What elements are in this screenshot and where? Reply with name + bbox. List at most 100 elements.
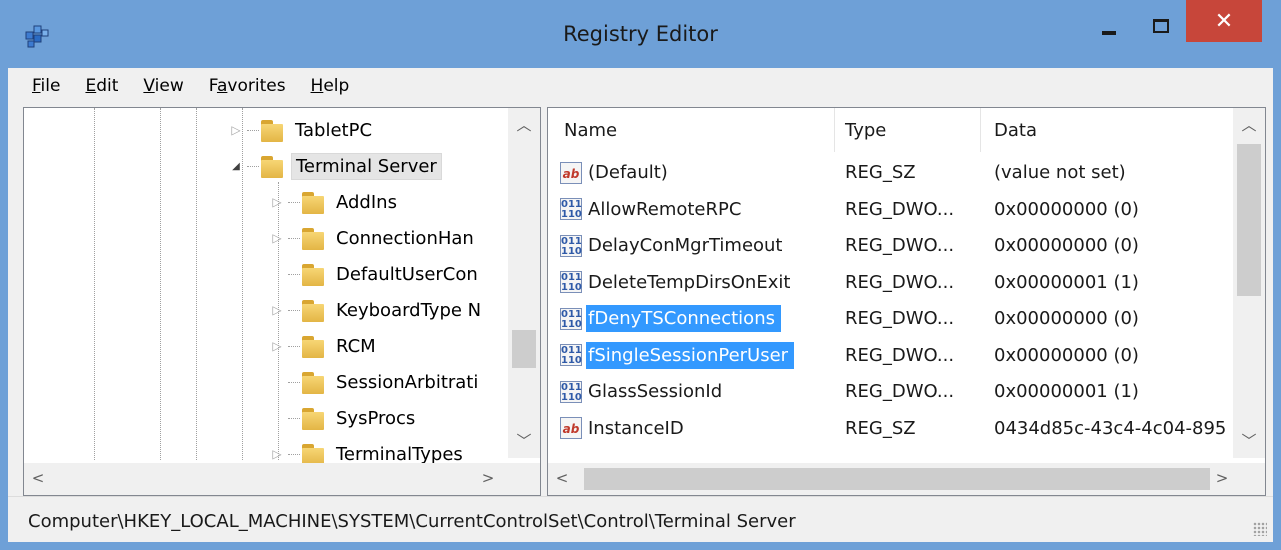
tree-item-tabletpc[interactable]: ▷ TabletPC <box>229 112 376 148</box>
expand-arrow-icon[interactable]: ▷ <box>270 303 284 317</box>
column-header-data[interactable]: Data <box>994 120 1037 141</box>
tree-item-label: TabletPC <box>295 119 373 141</box>
expand-arrow-icon[interactable]: ▷ <box>270 447 284 461</box>
folder-icon <box>302 298 324 322</box>
collapse-arrow-icon[interactable]: ◢ <box>229 159 243 173</box>
value-row[interactable]: 011 110 DeleteTempDirsOnExit REG_DWO... 0x00… <box>548 264 1235 301</box>
menu-file[interactable]: File <box>8 76 71 96</box>
value-name-cell[interactable]: 011 110 fSingleSessionPerUser <box>548 337 795 374</box>
key-tree-pane[interactable]: ▷ TabletPC ◢ Terminal Server ▷ AddIns ▷ Connect… <box>23 107 541 496</box>
tree-connector <box>288 381 300 383</box>
maximize-button[interactable] <box>1139 6 1183 46</box>
value-name: DeleteTempDirsOnExit <box>588 271 791 293</box>
list-scroll-thumb[interactable] <box>1237 144 1261 296</box>
value-type: REG_SZ <box>845 417 916 439</box>
column-header-type[interactable]: Type <box>845 120 886 141</box>
expand-arrow-icon[interactable]: ▷ <box>270 231 284 245</box>
scroll-right-arrow-icon[interactable]: > <box>476 469 500 487</box>
value-row[interactable]: ab (Default) REG_SZ (value not set) <box>548 154 1235 191</box>
tree-item-rcm[interactable]: ▷ RCM <box>270 328 380 364</box>
folder-icon <box>261 154 283 178</box>
scroll-down-arrow-icon[interactable]: ﹀ <box>1237 430 1261 451</box>
value-data: 0x00000001 (1) <box>994 271 1139 293</box>
scroll-left-arrow-icon[interactable]: < <box>550 469 574 487</box>
value-name-cell[interactable]: ab InstanceID <box>548 410 690 447</box>
string-value-icon: ab <box>560 417 582 439</box>
minimize-button[interactable] <box>1087 6 1131 46</box>
value-data: 0x00000000 (0) <box>994 198 1139 220</box>
value-type: REG_DWO... <box>845 381 955 402</box>
value-row[interactable]: 011 110 DelayConMgrTimeout REG_DWO... 0x0000… <box>548 227 1235 264</box>
value-name-cell[interactable]: 011 110 AllowRemoteRPC <box>548 191 747 228</box>
string-value-icon: ab <box>560 161 582 184</box>
maximize-icon <box>1153 19 1169 33</box>
value-name: DelayConMgrTimeout <box>588 235 783 256</box>
tree-connector <box>288 309 300 311</box>
column-divider[interactable] <box>980 108 981 152</box>
list-vertical-scrollbar[interactable]: ︿ ﹀ <box>1233 108 1265 458</box>
tree-connector <box>288 201 300 203</box>
list-horizontal-scrollbar[interactable]: < > <box>548 463 1265 495</box>
tree-item-sysprocs[interactable]: SysProcs <box>270 400 419 436</box>
title-bar[interactable]: Registry Editor ✕ <box>0 0 1281 68</box>
values-list-pane[interactable]: Name Type Data ab (Default) REG_SZ (value n… <box>547 107 1266 496</box>
tree-item-defaultusercon[interactable]: DefaultUserCon <box>270 256 482 292</box>
list-horizontal-scroll-thumb[interactable] <box>584 468 1210 490</box>
expand-arrow-icon[interactable]: ▷ <box>229 123 243 137</box>
value-row[interactable]: ab InstanceID REG_SZ 0434d85c-43c4-4c04-895 <box>548 410 1235 447</box>
close-icon: ✕ <box>1214 8 1234 34</box>
scroll-up-arrow-icon[interactable]: ︿ <box>1237 114 1261 135</box>
tree-connector <box>288 345 300 347</box>
menu-help[interactable]: Help <box>297 76 361 96</box>
folder-icon <box>302 370 324 394</box>
expand-arrow-icon[interactable]: ▷ <box>270 195 284 209</box>
value-name: AllowRemoteRPC <box>588 198 742 220</box>
menu-edit[interactable]: Edit <box>71 76 129 96</box>
tree-item-terminal-server[interactable]: ◢ Terminal Server <box>229 148 442 184</box>
list-header: Name Type Data <box>548 108 1235 152</box>
scroll-up-arrow-icon[interactable]: ︿ <box>512 114 536 135</box>
value-name: (Default) <box>588 162 668 183</box>
expand-arrow-icon[interactable]: ▷ <box>270 339 284 353</box>
pane-area: ▷ TabletPC ◢ Terminal Server ▷ AddIns ▷ Connect… <box>8 104 1273 496</box>
tree-connector <box>288 273 300 275</box>
tree-item-label: KeyboardType N <box>336 299 482 321</box>
scroll-right-arrow-icon[interactable]: > <box>1210 469 1234 487</box>
tree-horizontal-scrollbar[interactable]: < > <box>24 463 540 495</box>
folder-icon <box>302 334 324 358</box>
value-name-cell[interactable]: 011 110 DeleteTempDirsOnExit <box>548 264 796 301</box>
tree-item-label: SysProcs <box>336 407 416 429</box>
value-row[interactable]: 011 110 fSingleSessionPerUser REG_DWO... 0x0… <box>548 337 1235 374</box>
value-type: REG_DWO... <box>845 198 955 220</box>
value-row[interactable]: 011 110 fDenyTSConnections REG_DWO... 0x0000… <box>548 300 1235 337</box>
value-row[interactable]: 011 110 AllowRemoteRPC REG_DWO... 0x00000000… <box>548 191 1235 228</box>
resize-grip-icon[interactable] <box>1253 522 1267 536</box>
tree-scroll-thumb[interactable] <box>512 330 536 368</box>
value-name-cell[interactable]: ab (Default) <box>548 154 674 191</box>
value-row[interactable]: 011 110 GlassSessionId REG_DWO... 0x00000001… <box>548 373 1235 410</box>
tree-item-label: RCM <box>336 335 376 357</box>
folder-icon <box>302 190 324 214</box>
tree-item-addins[interactable]: ▷ AddIns <box>270 184 401 220</box>
value-name-cell[interactable]: 011 110 DelayConMgrTimeout <box>548 227 789 264</box>
scroll-down-arrow-icon[interactable]: ﹀ <box>512 430 536 451</box>
value-type: REG_SZ <box>845 162 916 183</box>
menu-view[interactable]: View <box>129 76 194 96</box>
tree-item-connectionhan[interactable]: ▷ ConnectionHan <box>270 220 478 256</box>
column-header-name[interactable]: Name <box>564 120 617 141</box>
tree-vertical-scrollbar[interactable]: ︿ ﹀ <box>508 108 540 458</box>
value-name: GlassSessionId <box>588 381 723 402</box>
scroll-left-arrow-icon[interactable]: < <box>26 469 50 487</box>
status-path: Computer\HKEY_LOCAL_MACHINE\SYSTEM\Curre… <box>28 511 796 532</box>
close-button[interactable]: ✕ <box>1186 0 1262 42</box>
tree-item-sessionarbitrati[interactable]: SessionArbitrati <box>270 364 482 400</box>
value-name-cell[interactable]: 011 110 fDenyTSConnections <box>548 300 781 337</box>
column-divider[interactable] <box>834 108 835 152</box>
tree-item-keyboardtype-n[interactable]: ▷ KeyboardType N <box>270 292 485 328</box>
menu-favorites[interactable]: Favorites <box>195 76 297 96</box>
value-name-cell[interactable]: 011 110 GlassSessionId <box>548 373 728 410</box>
value-type: REG_DWO... <box>845 271 955 293</box>
tree-connector <box>288 453 300 455</box>
value-name: InstanceID <box>588 417 684 439</box>
